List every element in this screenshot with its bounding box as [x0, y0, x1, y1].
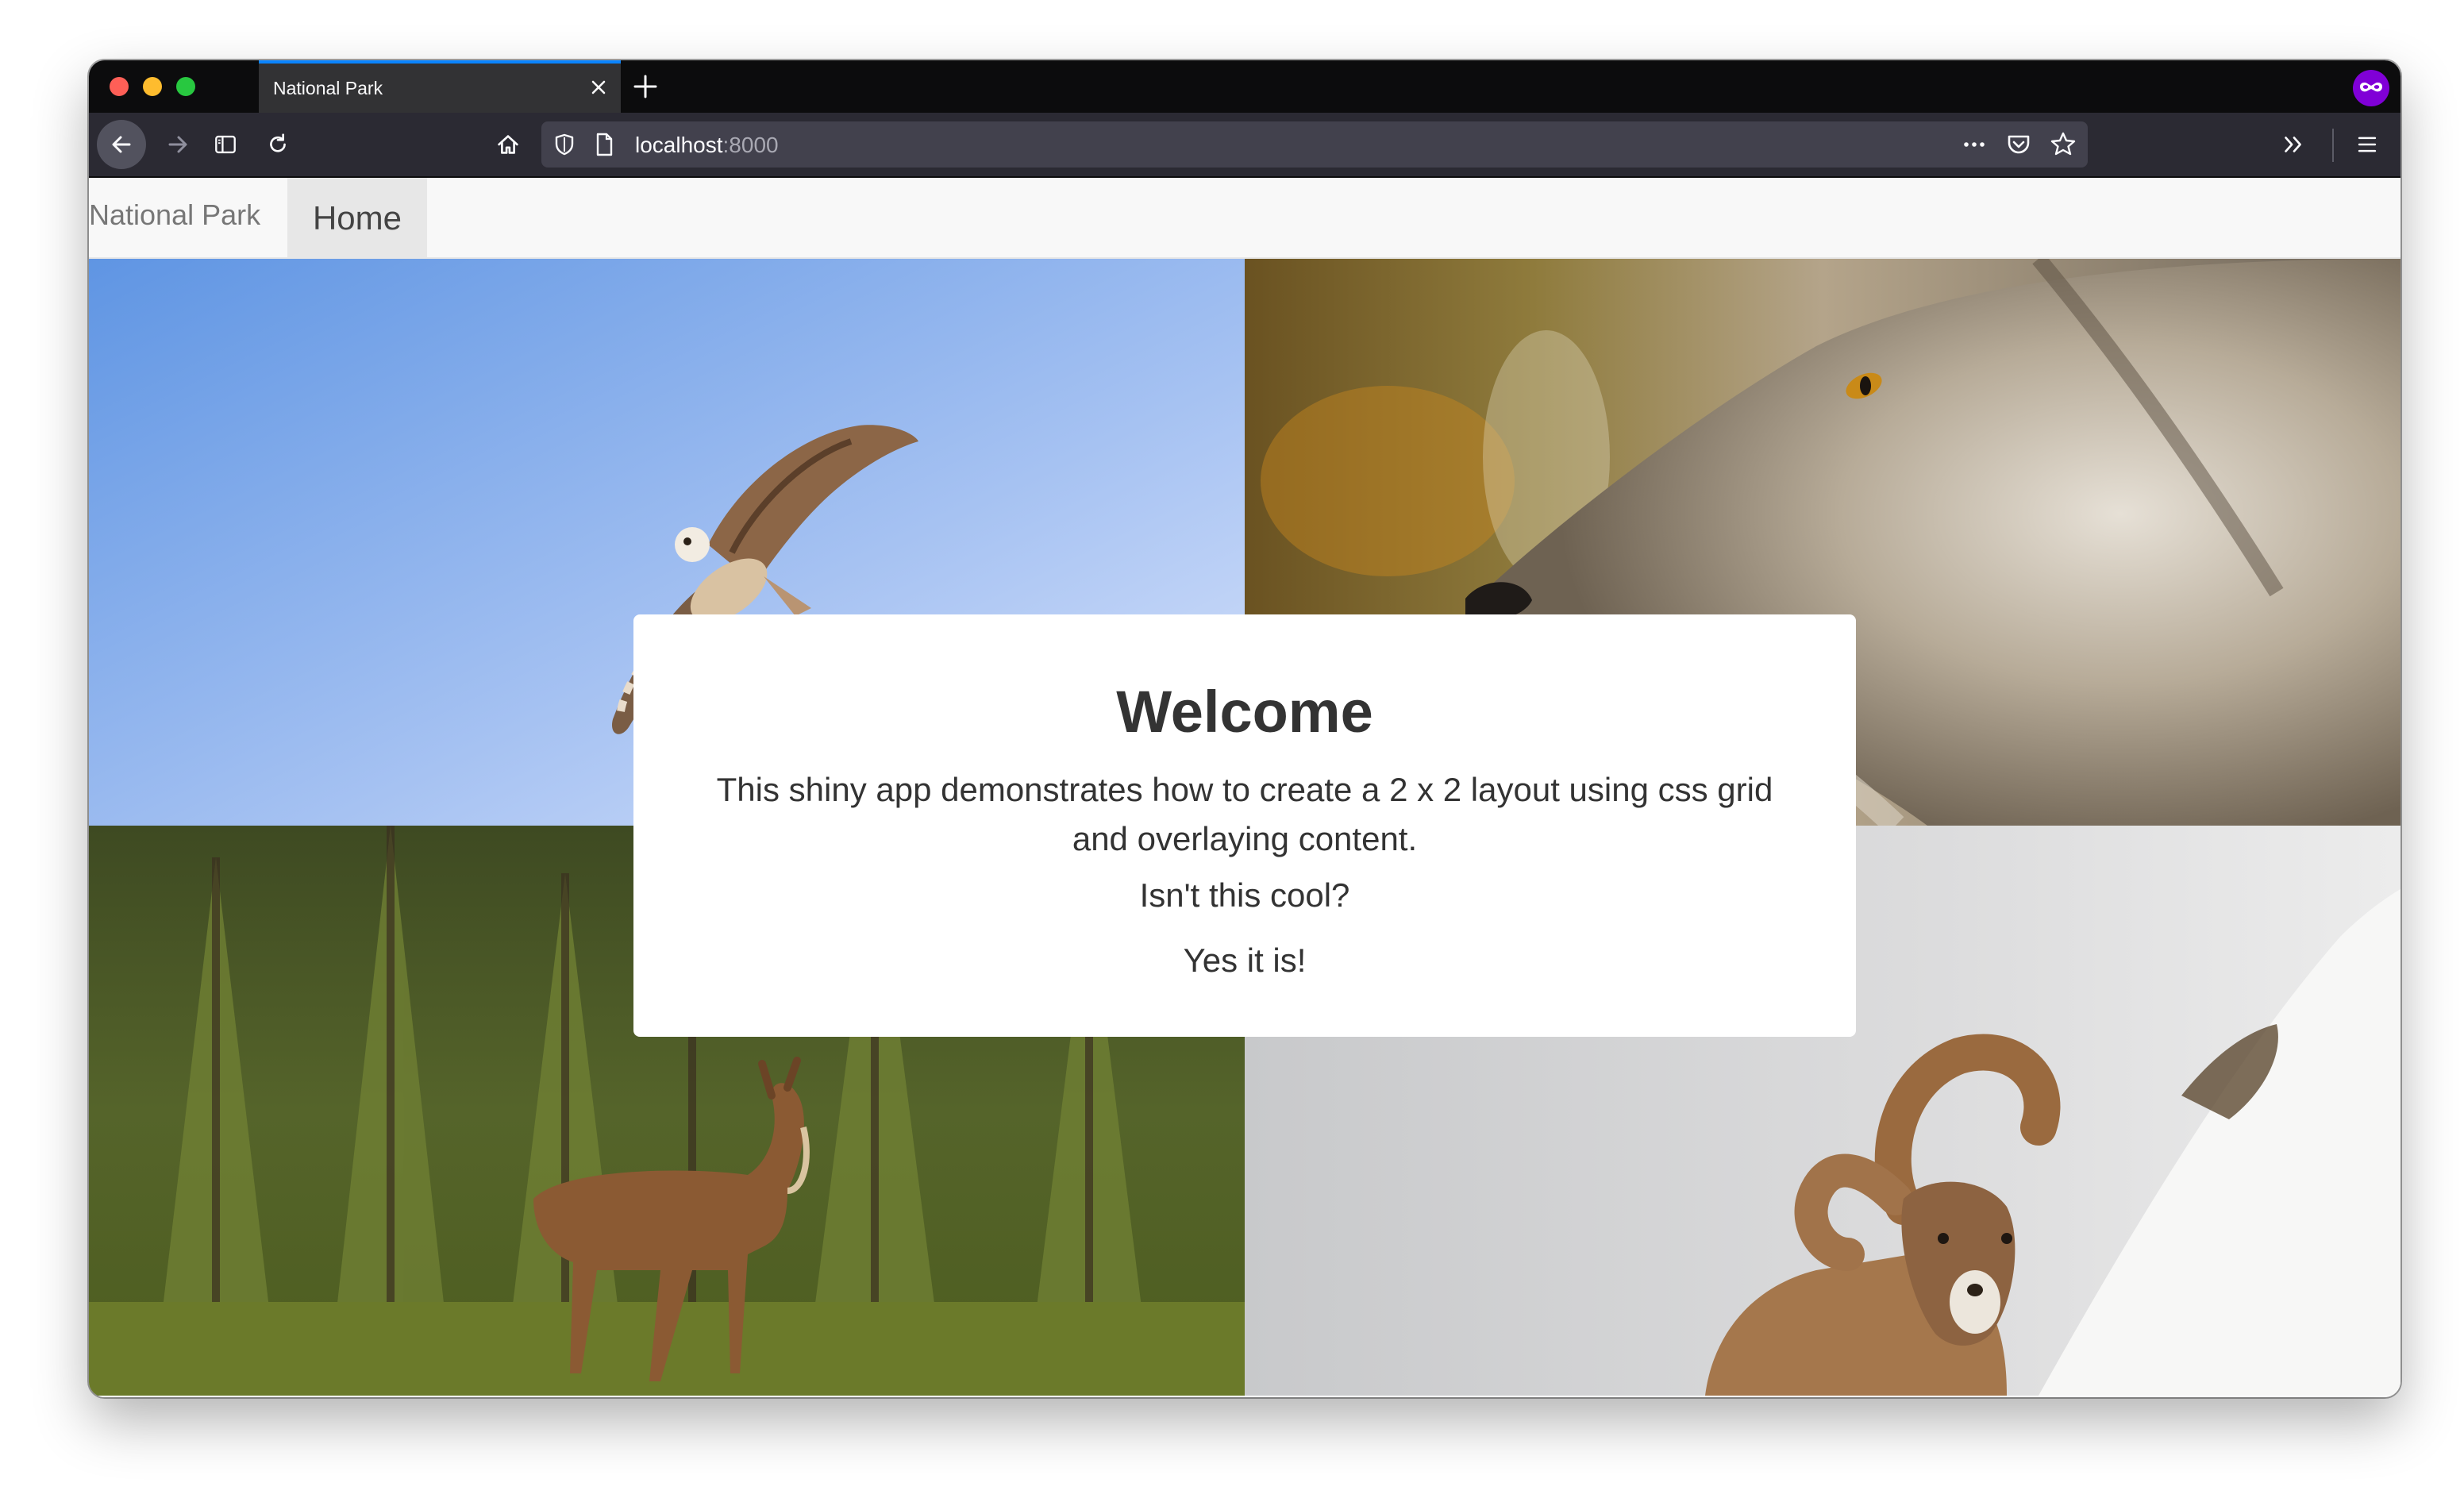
url-port: :8000 — [722, 133, 779, 157]
toolbar-separator — [2332, 129, 2334, 162]
url-text[interactable]: localhost:8000 — [635, 133, 779, 158]
forward-arrow-icon[interactable] — [159, 125, 197, 164]
close-window-button[interactable] — [110, 77, 129, 96]
tab-national-park[interactable]: National Park — [259, 60, 621, 113]
reload-icon[interactable] — [259, 125, 297, 164]
image-grid: Welcome This shiny app demonstrates how … — [89, 259, 2400, 1396]
new-tab-icon[interactable] — [630, 71, 660, 102]
welcome-answer: Yes it is! — [1183, 942, 1307, 979]
screenshot-stage: National Park localhost:8000 National Pa… — [0, 0, 2464, 1502]
welcome-heading: Welcome — [1116, 679, 1373, 745]
tab-bar: National Park — [89, 60, 2400, 113]
app-navbar: National Park Home — [89, 178, 2400, 259]
welcome-question: Isn't this cool? — [1139, 876, 1350, 914]
chevrons-icon[interactable] — [2275, 125, 2313, 164]
welcome-overlay-card: Welcome This shiny app demonstrates how … — [633, 614, 1856, 1037]
pocket-icon[interactable] — [2002, 128, 2035, 161]
browser-window: National Park localhost:8000 National Pa… — [89, 60, 2400, 1397]
tab-title: National Park — [273, 77, 383, 98]
navigation-toolbar: localhost:8000 — [89, 113, 2400, 178]
back-arrow-icon[interactable] — [97, 120, 146, 169]
welcome-description: This shiny app demonstrates how to creat… — [716, 771, 1773, 857]
private-mask-icon[interactable] — [2353, 70, 2389, 106]
minimize-window-button[interactable] — [143, 77, 162, 96]
close-icon[interactable] — [586, 75, 611, 100]
nav-home-tab[interactable]: Home — [287, 178, 427, 259]
url-bar[interactable]: localhost:8000 — [541, 121, 2088, 168]
zoom-window-button[interactable] — [176, 77, 195, 96]
star-icon[interactable] — [2046, 128, 2080, 161]
page-icon[interactable] — [587, 128, 621, 161]
page-content: National Park Home Welcome This shiny ap… — [89, 178, 2400, 1397]
url-host: localhost — [635, 133, 723, 157]
home-icon[interactable] — [489, 125, 527, 164]
shield-icon[interactable] — [548, 128, 581, 161]
more-dots-icon[interactable] — [1958, 128, 1991, 161]
brand-link[interactable]: National Park — [89, 198, 260, 232]
sidebar-icon[interactable] — [206, 125, 244, 164]
hamburger-icon[interactable] — [2348, 125, 2386, 164]
